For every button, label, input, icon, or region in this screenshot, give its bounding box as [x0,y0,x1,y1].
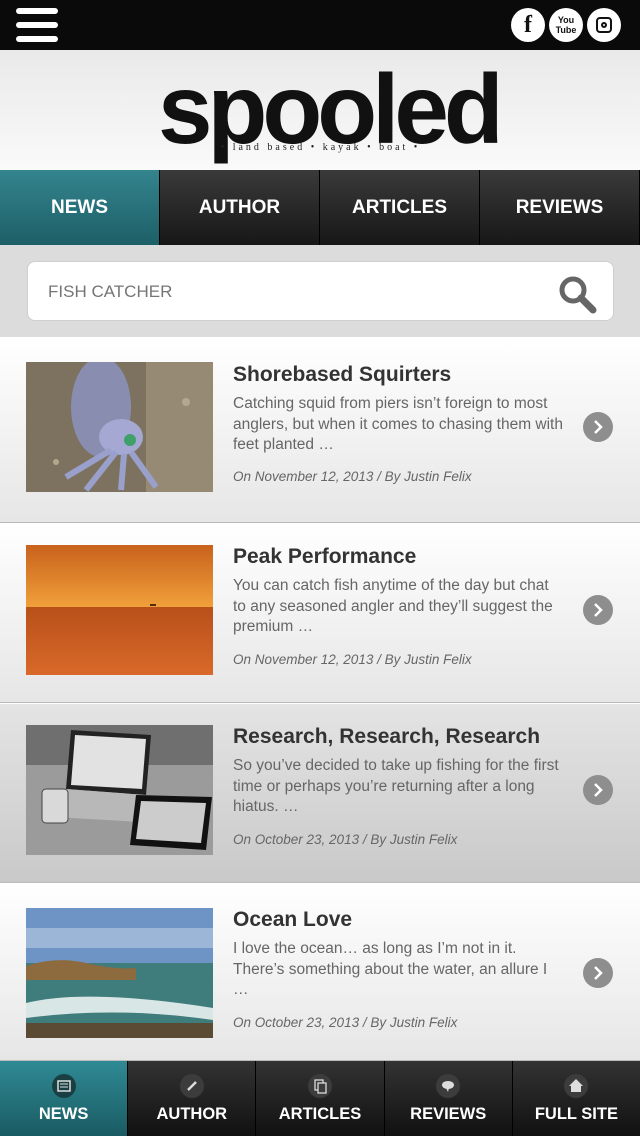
speech-bubble-icon [436,1074,461,1098]
bottom-tab-label: FULL SITE [534,1105,618,1123]
article-title[interactable]: Shorebased Squirters [233,363,451,387]
bottom-tab-label: ARTICLES [278,1105,362,1123]
bottom-tab-articles[interactable]: ARTICLES [256,1061,385,1136]
tab-news[interactable]: NEWS [0,170,160,245]
chevron-right-icon[interactable] [583,412,613,442]
article-excerpt: I love the ocean… as long as I’m not in … [233,940,548,998]
article-thumbnail-devices [26,725,213,855]
article-title[interactable]: Research, Research, Research [233,725,540,749]
bottom-tab-news[interactable]: NEWS [0,1061,129,1136]
bottom-tab-label: AUTHOR [156,1105,228,1123]
bottom-nav: NEWS AUTHOR ARTICLES REVIEWS FULL SITE [0,1061,640,1136]
bottom-tab-reviews[interactable]: REVIEWS [384,1061,513,1136]
chevron-right-icon[interactable] [583,775,613,805]
article-item[interactable]: Shorebased Squirters Catching squid from… [0,337,640,523]
article-excerpt: So you’ve decided to take up fishing for… [233,757,559,815]
tab-author[interactable]: AUTHOR [160,170,320,245]
youtube-icon[interactable]: You Tube [549,8,583,42]
bottom-tab-author[interactable]: AUTHOR [128,1061,257,1136]
search-bar [0,245,640,337]
article-meta: On October 23, 2013 / By Justin Felix [233,832,458,847]
home-icon [564,1074,589,1098]
bottom-tab-label: NEWS [38,1105,89,1123]
article-meta: On November 12, 2013 / By Justin Felix [233,652,472,667]
search-box [27,261,614,321]
article-item[interactable]: Research, Research, Research So you’ve d… [0,703,640,883]
article-excerpt: Catching squid from piers isn’t foreign … [233,395,563,453]
logo-wordmark: spooled [158,54,504,164]
bottom-tab-label: REVIEWS [410,1105,487,1123]
chevron-right-icon[interactable] [583,595,613,625]
article-title[interactable]: Peak Performance [233,545,416,569]
site-logo[interactable]: spooled • land based • kayak • boat • [158,54,504,164]
article-item[interactable]: Peak Performance You can catch fish anyt… [0,523,640,703]
article-thumbnail-squid [26,362,213,492]
hamburger-menu-icon[interactable] [16,8,58,42]
instagram-icon[interactable] [587,8,621,42]
youtube-label-bottom: Tube [555,25,577,35]
facebook-icon[interactable]: f [511,8,545,42]
tab-reviews[interactable]: REVIEWS [480,170,640,245]
article-title[interactable]: Ocean Love [233,908,352,932]
category-tabs: NEWS AUTHOR ARTICLES REVIEWS [0,170,640,245]
documents-icon [308,1074,332,1098]
article-meta: On October 23, 2013 / By Justin Felix [233,1015,458,1030]
article-item[interactable]: Ocean Love I love the ocean… as long as … [0,883,640,1061]
bottom-tab-full-site[interactable]: FULL SITE [512,1061,640,1136]
article-thumbnail-coast [26,908,213,1038]
search-input[interactable] [46,276,530,308]
article-thumbnail-sunset [26,545,213,675]
newspaper-icon [51,1074,76,1098]
youtube-label-top: You [557,15,575,25]
article-excerpt: You can catch fish anytime of the day bu… [233,577,553,635]
search-icon[interactable] [557,274,597,314]
pencil-icon [179,1074,204,1098]
chevron-right-icon[interactable] [583,958,613,988]
tab-articles[interactable]: ARTICLES [320,170,480,245]
article-meta: On November 12, 2013 / By Justin Felix [233,469,472,484]
top-bar: f You Tube [0,0,640,50]
